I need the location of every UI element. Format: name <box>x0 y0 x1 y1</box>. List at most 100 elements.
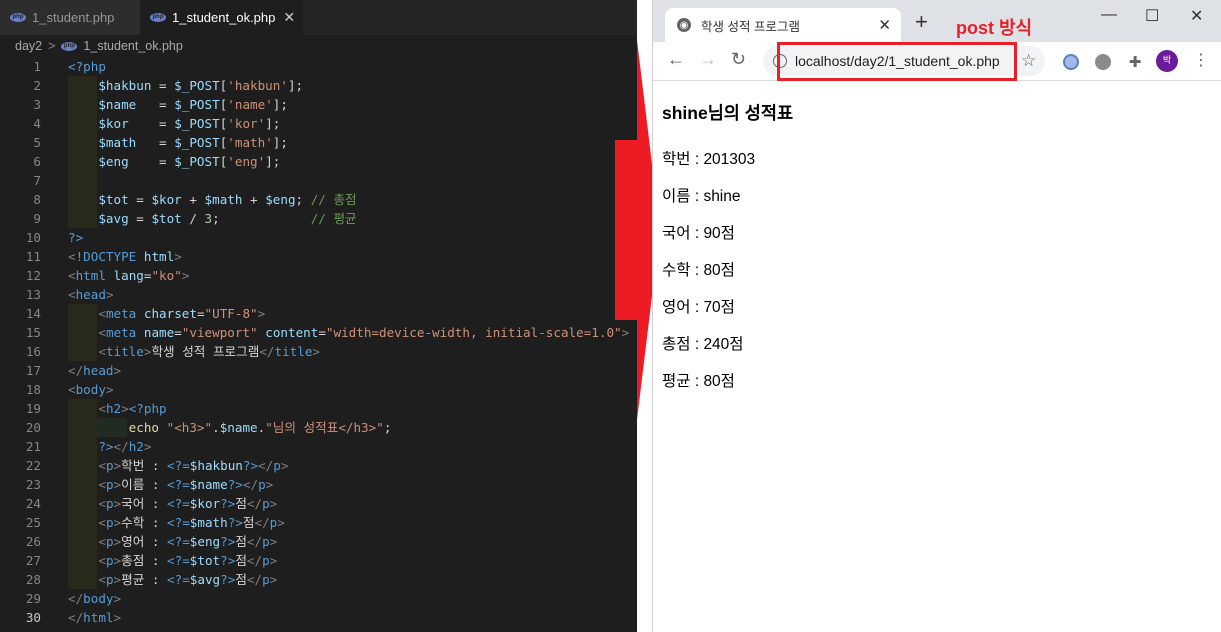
line-number: 29 <box>25 591 41 606</box>
new-tab-button[interactable]: + <box>915 9 928 35</box>
page-heading: shine님의 성적표 <box>662 103 794 123</box>
code-line: $math = $_POST['math']; <box>98 135 288 150</box>
globe-icon: ◉ <box>677 18 691 32</box>
code-line: <p>총점 : <?=$tot?>점</p> <box>98 553 278 568</box>
bookmark-star-icon[interactable]: ☆ <box>1021 51 1036 71</box>
code-line: <?php <box>68 59 106 74</box>
tab-label: 1_student_ok.php <box>172 10 276 25</box>
close-icon[interactable]: ✕ <box>878 16 891 34</box>
php-file-icon: php <box>10 13 26 22</box>
tab-1-student-php[interactable]: php 1_student.php <box>0 0 140 35</box>
line-number: 16 <box>25 344 41 359</box>
line-number: 17 <box>25 363 41 378</box>
line-number: 13 <box>25 287 41 302</box>
grade-line-kor: 국어 : 90점 <box>662 225 735 242</box>
php-file-icon: php <box>150 13 166 22</box>
puzzle-icon[interactable]: ✚ <box>1127 54 1143 70</box>
line-number: 9 <box>33 211 41 226</box>
code-line: <body> <box>68 382 114 397</box>
line-number: 8 <box>33 192 41 207</box>
code-line: </html> <box>68 610 122 625</box>
breadcrumb-folder[interactable]: day2 <box>15 39 42 53</box>
code-line: <p>영어 : <?=$eng?>점</p> <box>98 534 278 549</box>
code-line: $tot = $kor + $math + $eng; // 총점 <box>98 192 357 207</box>
minimize-icon[interactable]: — <box>1101 6 1117 24</box>
back-arrow-icon[interactable]: ← <box>667 49 685 70</box>
close-icon[interactable]: ✕ <box>283 9 295 26</box>
code-line: $name = $_POST['name']; <box>98 97 288 112</box>
code-line: ?> <box>68 230 84 245</box>
line-number: 5 <box>33 135 41 150</box>
breadcrumb: day2 > php 1_student_ok.php <box>0 35 637 57</box>
line-number: 21 <box>25 439 41 454</box>
grade-line-math: 수학 : 80점 <box>662 262 735 279</box>
code-line: $kor = $_POST['kor']; <box>98 116 281 131</box>
code-line: <p>학번 : <?=$hakbun?></p> <box>98 458 289 473</box>
line-number: 7 <box>33 173 41 188</box>
code-line: <p>수학 : <?=$math?>점</p> <box>98 515 285 530</box>
code-line: <meta charset="UTF-8"> <box>98 306 266 321</box>
line-number: 28 <box>25 572 41 587</box>
line-number: 27 <box>25 553 41 568</box>
line-number: 26 <box>25 534 41 549</box>
tab-label: 1_student.php <box>32 10 115 25</box>
reload-icon[interactable]: ↻ <box>731 49 746 70</box>
code-line: <meta name="viewport" content="width=dev… <box>98 325 630 340</box>
grade-line-hakbun: 학번 : 201303 <box>662 151 756 168</box>
annotation-label: post 방식 <box>956 18 1033 38</box>
window-close-icon[interactable]: ✕ <box>1190 6 1203 26</box>
browser-title-bar: ◉ 학생 성적 프로그램 ✕ + post 방식 — ☐ ✕ <box>653 0 1221 42</box>
browser-window: ◉ 학생 성적 프로그램 ✕ + post 방식 — ☐ ✕ ← → ↻ loc… <box>652 0 1221 632</box>
code-line: echo "<h3>".$name."님의 성적표</h3>"; <box>128 420 392 435</box>
grade-line-name: 이름 : shine <box>662 188 741 205</box>
line-number: 20 <box>25 420 41 435</box>
line-number: 6 <box>33 154 41 169</box>
line-number: 1 <box>33 59 41 74</box>
php-file-icon: php <box>61 41 78 51</box>
settings-extension-icon[interactable] <box>1095 54 1111 70</box>
menu-icon[interactable]: ⋮ <box>1193 50 1209 69</box>
code-editor: php 1_student.php php 1_student_ok.php ✕… <box>0 0 637 632</box>
line-number: 24 <box>25 496 41 511</box>
line-number: 2 <box>33 78 41 93</box>
line-number: 23 <box>25 477 41 492</box>
code-area[interactable]: 1 <?php 2 $hakbun = $_POST['hakbun']; 3 $… <box>0 57 637 627</box>
code-line: ?></h2> <box>98 439 152 454</box>
code-line: </head> <box>68 363 122 378</box>
forward-arrow-icon[interactable]: → <box>699 49 717 70</box>
code-line: </body> <box>68 591 122 606</box>
code-line: <html lang="ko"> <box>68 268 190 283</box>
editor-tab-bar: php 1_student.php php 1_student_ok.php ✕ <box>0 0 637 35</box>
line-number: 19 <box>25 401 41 416</box>
code-line: <!DOCTYPE html> <box>68 249 182 264</box>
chevron-right-icon: > <box>48 39 56 53</box>
line-number: 3 <box>33 97 41 112</box>
avatar[interactable]: 박 <box>1156 50 1178 72</box>
line-number: 22 <box>25 458 41 473</box>
grade-line-average: 평균 : 80점 <box>662 373 735 390</box>
grade-line-eng: 영어 : 70점 <box>662 299 735 316</box>
line-number: 10 <box>25 230 41 245</box>
code-line: <p>평균 : <?=$avg?>점</p> <box>98 572 278 587</box>
browser-tab[interactable]: ◉ 학생 성적 프로그램 ✕ <box>665 8 901 42</box>
grade-line-total: 총점 : 240점 <box>662 336 744 353</box>
line-number: 18 <box>25 382 41 397</box>
code-line: $hakbun = $_POST['hakbun']; <box>98 78 304 93</box>
code-line: <p>이름 : <?=$name?></p> <box>98 477 274 492</box>
code-line: <h2><?php <box>98 401 167 416</box>
maximize-icon[interactable]: ☐ <box>1145 6 1159 26</box>
line-number: 11 <box>25 249 41 264</box>
browser-tab-title: 학생 성적 프로그램 <box>701 19 800 34</box>
extension-icon[interactable] <box>1063 54 1079 70</box>
code-line: <title>학생 성적 프로그램</title> <box>98 344 320 359</box>
line-number: 25 <box>25 515 41 530</box>
line-number: 12 <box>25 268 41 283</box>
line-number: 4 <box>33 116 41 131</box>
line-number: 15 <box>25 325 41 340</box>
line-number: 14 <box>25 306 41 321</box>
code-line: $eng = $_POST['eng']; <box>98 154 281 169</box>
code-line: $avg = $tot / 3; // 평균 <box>98 211 357 226</box>
breadcrumb-file[interactable]: 1_student_ok.php <box>83 39 182 53</box>
tab-1-student-ok-php[interactable]: php 1_student_ok.php ✕ <box>140 0 303 35</box>
code-line: <head> <box>68 287 114 302</box>
